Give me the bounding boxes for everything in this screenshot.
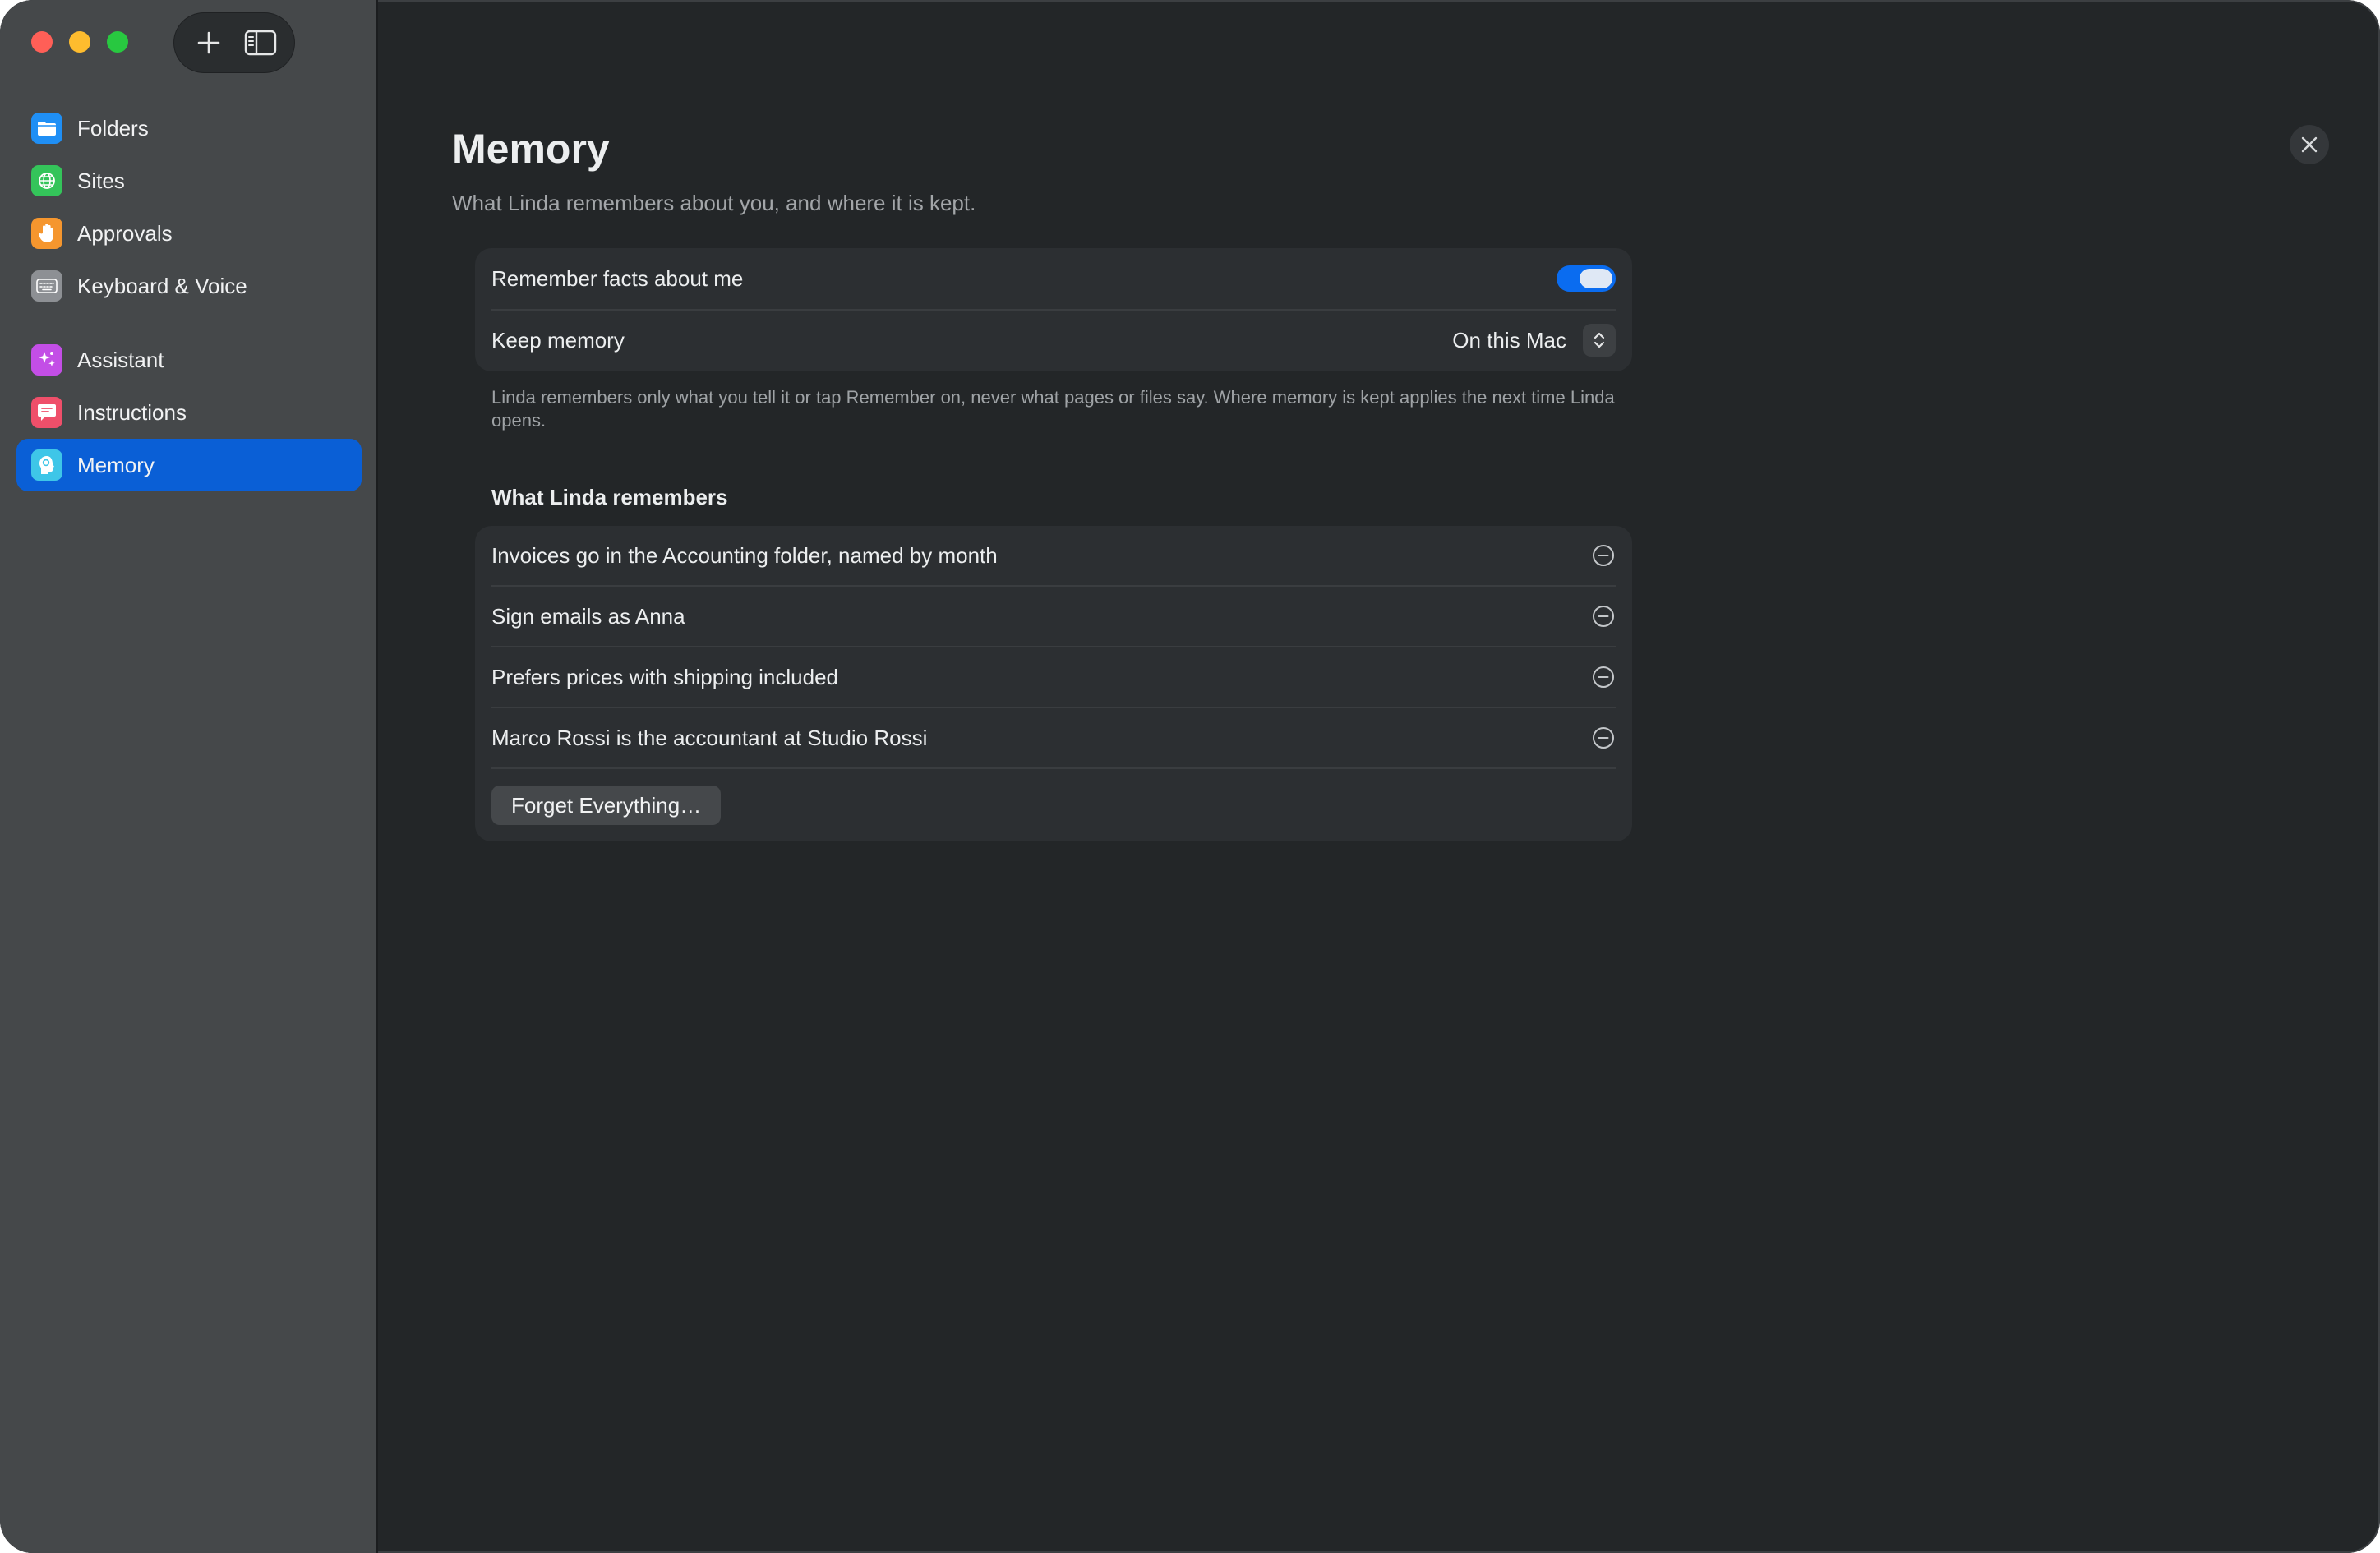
sidebar-item-folders[interactable]: Folders (16, 102, 362, 154)
page-subtitle: What Linda remembers about you, and wher… (452, 191, 976, 215)
sidebar-item-memory[interactable]: Memory (16, 439, 362, 491)
list-item: Marco Rossi is the accountant at Studio … (491, 708, 1616, 769)
minus-circle-icon (1593, 545, 1614, 566)
sidebar-item-label: Memory (77, 452, 155, 477)
minus-circle-icon (1593, 666, 1614, 688)
sidebar-item-keyboard-voice[interactable]: Keyboard & Voice (16, 260, 362, 312)
brain-head-icon (31, 449, 62, 481)
sidebar: Folders Sites Approvals Keyboard & Voice… (0, 0, 378, 1553)
sidebar-item-label: Instructions (77, 399, 187, 425)
remember-facts-label: Remember facts about me (491, 265, 744, 291)
nav-group-2: Assistant Instructions Memory (16, 334, 362, 491)
page-title: Memory (452, 126, 610, 172)
forget-everything-button[interactable]: Forget Everything… (491, 786, 722, 825)
list-item: Invoices go in the Accounting folder, na… (491, 526, 1616, 587)
memory-settings-card: Remember facts about me Keep memory On t… (475, 248, 1632, 371)
memory-text: Invoices go in the Accounting folder, na… (491, 542, 998, 568)
globe-icon (31, 165, 62, 196)
sparkles-icon (31, 344, 62, 376)
sidebar-item-label: Keyboard & Voice (77, 273, 247, 298)
close-button[interactable] (2290, 125, 2329, 164)
sidebar-item-label: Sites (77, 168, 125, 193)
remove-memory-button[interactable] (1591, 604, 1616, 629)
memory-text: Marco Rossi is the accountant at Studio … (491, 725, 928, 750)
main-content: Memory What Linda remembers about you, a… (380, 0, 2380, 1553)
toggle-sidebar-button[interactable] (238, 20, 284, 66)
sidebar-item-assistant[interactable]: Assistant (16, 334, 362, 386)
zoom-window-button[interactable] (107, 31, 128, 53)
sidebar-item-label: Approvals (77, 220, 173, 246)
sidebar-item-instructions[interactable]: Instructions (16, 386, 362, 439)
sidebar-item-label: Folders (77, 115, 149, 141)
window-controls (31, 31, 128, 53)
minimize-window-button[interactable] (69, 31, 90, 53)
memory-text: Sign emails as Anna (491, 603, 685, 629)
memories-heading: What Linda remembers (491, 485, 728, 509)
hand-icon (31, 218, 62, 249)
keyboard-icon (31, 270, 62, 302)
speech-bubble-icon (31, 397, 62, 428)
sidebar-nav: Folders Sites Approvals Keyboard & Voice… (16, 102, 362, 513)
close-window-button[interactable] (31, 31, 53, 53)
list-item: Sign emails as Anna (491, 587, 1616, 647)
app-window: Folders Sites Approvals Keyboard & Voice… (0, 0, 2380, 1553)
remove-memory-button[interactable] (1591, 543, 1616, 568)
new-button[interactable] (186, 20, 232, 66)
toolbar-pill (174, 13, 294, 72)
close-icon (2301, 136, 2318, 153)
folder-icon (31, 113, 62, 144)
keep-memory-row: Keep memory On this Mac (491, 309, 1616, 370)
toggle-knob (1580, 269, 1612, 288)
minus-circle-icon (1593, 727, 1614, 749)
remember-facts-row: Remember facts about me (491, 248, 1616, 309)
remember-facts-toggle[interactable] (1557, 265, 1616, 292)
keep-memory-label: Keep memory (491, 327, 625, 353)
keep-memory-value: On this Mac (1452, 327, 1566, 353)
sidebar-item-label: Assistant (77, 347, 164, 372)
minus-circle-icon (1593, 606, 1614, 627)
nav-group-1: Folders Sites Approvals Keyboard & Voice (16, 102, 362, 312)
sidebar-item-approvals[interactable]: Approvals (16, 207, 362, 260)
remove-memory-button[interactable] (1591, 665, 1616, 689)
memory-text: Prefers prices with shipping included (491, 664, 838, 689)
keep-memory-select[interactable]: On this Mac (1452, 324, 1616, 357)
sidebar-item-sites[interactable]: Sites (16, 154, 362, 207)
remove-memory-button[interactable] (1591, 726, 1616, 750)
memories-list-card: Invoices go in the Accounting folder, na… (475, 526, 1632, 841)
sidebar-toggle-icon (244, 30, 276, 56)
up-down-chevron-icon (1583, 324, 1616, 357)
memory-footnote: Linda remembers only what you tell it or… (491, 387, 1615, 431)
plus-icon (197, 31, 219, 54)
list-item: Prefers prices with shipping included (491, 647, 1616, 708)
